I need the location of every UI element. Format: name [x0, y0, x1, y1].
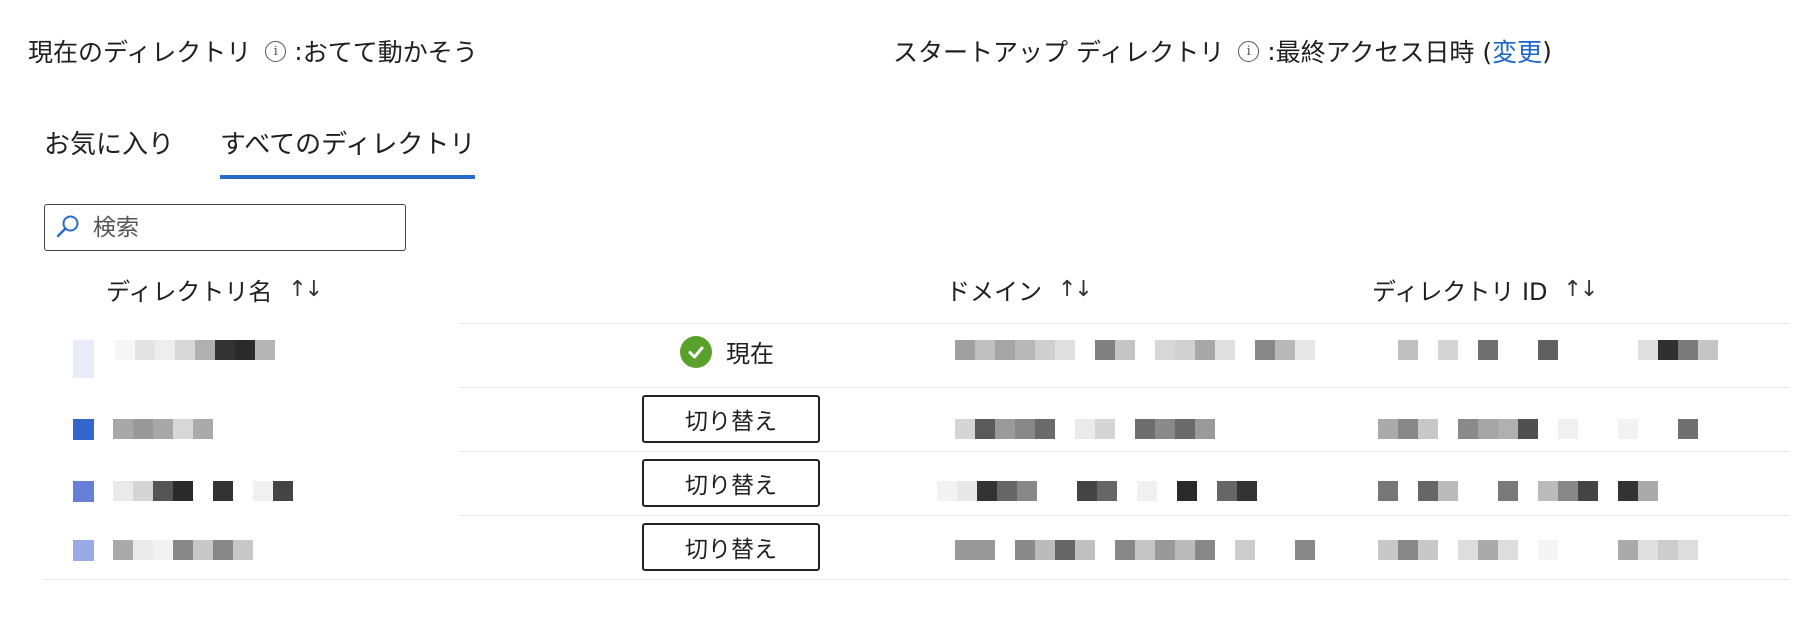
current-directory-separator: :	[294, 36, 303, 66]
row-divider	[460, 515, 1790, 516]
redacted-directory-name	[113, 481, 293, 501]
directory-color-square	[73, 481, 94, 502]
column-header-directory-name[interactable]: ディレクトリ名 ↑↓	[106, 272, 323, 307]
row-divider	[44, 579, 1790, 580]
startup-directory-header: スタートアップ ディレクトリ i : 最終アクセス日時 ( 変更 )	[893, 33, 1552, 69]
startup-directory-label: スタートアップ ディレクトリ	[893, 38, 1225, 67]
redacted-domain	[937, 481, 1257, 501]
redacted-domain	[955, 540, 1315, 560]
tab-favorites[interactable]: お気に入り	[44, 124, 174, 179]
info-icon[interactable]: i	[265, 40, 287, 62]
row-divider	[460, 451, 1790, 452]
search-box	[44, 204, 406, 251]
redacted-directory-id	[1378, 540, 1698, 560]
redacted-domain	[955, 340, 1315, 360]
switch-button[interactable]: 切り替え	[642, 523, 820, 571]
redacted-directory-id	[1378, 481, 1658, 501]
column-header-domain[interactable]: ドメイン ↑↓	[946, 272, 1093, 307]
directory-color-square	[73, 419, 94, 440]
current-status: 現在	[680, 334, 774, 369]
tab-all-directories[interactable]: すべてのディレクトリ	[220, 124, 476, 179]
current-directory-value: おてて動かそう	[302, 38, 478, 67]
check-circle-icon	[680, 335, 712, 368]
search-input[interactable]	[91, 213, 395, 242]
switch-button[interactable]: 切り替え	[642, 395, 820, 443]
redacted-directory-id	[1378, 340, 1718, 360]
redacted-directory-id	[1378, 419, 1698, 439]
directory-color-square	[73, 540, 94, 561]
current-directory-label: 現在のディレクトリ	[28, 38, 252, 67]
sort-icon[interactable]: ↑↓	[1564, 277, 1599, 302]
row-divider	[460, 387, 1790, 388]
redacted-directory-name	[113, 419, 213, 439]
row-divider	[460, 323, 1790, 324]
change-link[interactable]: 変更	[1492, 33, 1542, 69]
directory-tabs: お気に入り すべてのディレクトリ	[44, 124, 476, 179]
switch-button[interactable]: 切り替え	[642, 459, 820, 507]
directory-color-square	[73, 340, 94, 378]
current-directory-header: 現在のディレクトリ i : おてて動かそう	[28, 33, 478, 69]
startup-directory-separator: :	[1267, 36, 1276, 66]
column-header-directory-id[interactable]: ディレクトリ ID ↑↓	[1372, 272, 1599, 307]
search-icon	[55, 213, 81, 243]
redacted-directory-name	[113, 540, 253, 560]
startup-directory-value: 最終アクセス日時 (	[1275, 38, 1493, 67]
sort-icon[interactable]: ↑↓	[288, 277, 323, 302]
redacted-directory-name	[115, 340, 275, 360]
redacted-domain	[955, 419, 1215, 439]
current-status-label: 現在	[726, 340, 774, 368]
close-paren: )	[1542, 36, 1552, 66]
sort-icon[interactable]: ↑↓	[1058, 277, 1093, 302]
info-icon[interactable]: i	[1238, 40, 1260, 62]
